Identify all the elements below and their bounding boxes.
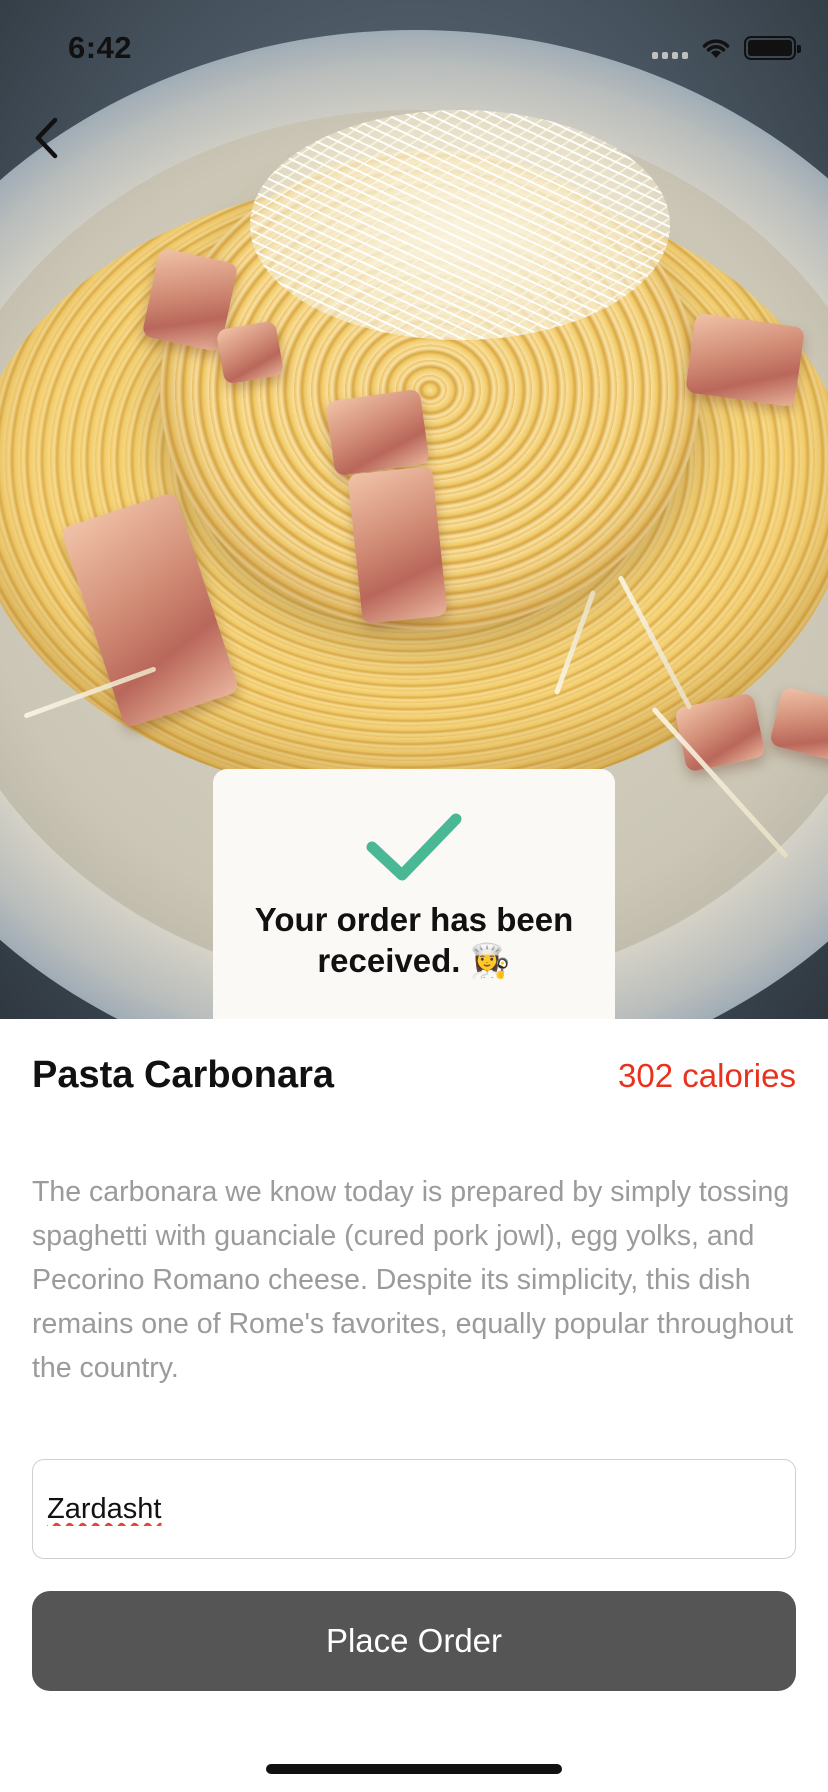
- grated-cheese: [250, 110, 670, 340]
- guanciale-piece: [325, 388, 430, 477]
- home-indicator[interactable]: [266, 1764, 562, 1774]
- cellular-signal-icon: [652, 37, 688, 59]
- calories-label: 302 calories: [618, 1057, 796, 1094]
- dish-description: The carbonara we know today is prepared …: [32, 1176, 794, 1384]
- status-icons: [652, 36, 801, 60]
- order-confirmation-toast: Your order has been received. 👩‍🍳: [213, 769, 615, 1019]
- guanciale-piece: [347, 465, 448, 625]
- back-button[interactable]: [18, 110, 74, 166]
- guanciale-piece: [684, 312, 806, 408]
- battery-icon: [744, 36, 801, 60]
- checkmark-icon: [366, 813, 462, 881]
- chevron-left-icon: [35, 117, 58, 159]
- guanciale-piece: [215, 320, 285, 385]
- status-time: 6:42: [68, 30, 133, 65]
- place-order-button[interactable]: Place Order: [32, 1591, 796, 1691]
- name-input[interactable]: [32, 1459, 796, 1559]
- wifi-icon: [702, 39, 730, 58]
- dish-title: Pasta Carbonara: [32, 1054, 335, 1096]
- confirmation-message: Your order has been received. 👩‍🍳: [254, 901, 574, 979]
